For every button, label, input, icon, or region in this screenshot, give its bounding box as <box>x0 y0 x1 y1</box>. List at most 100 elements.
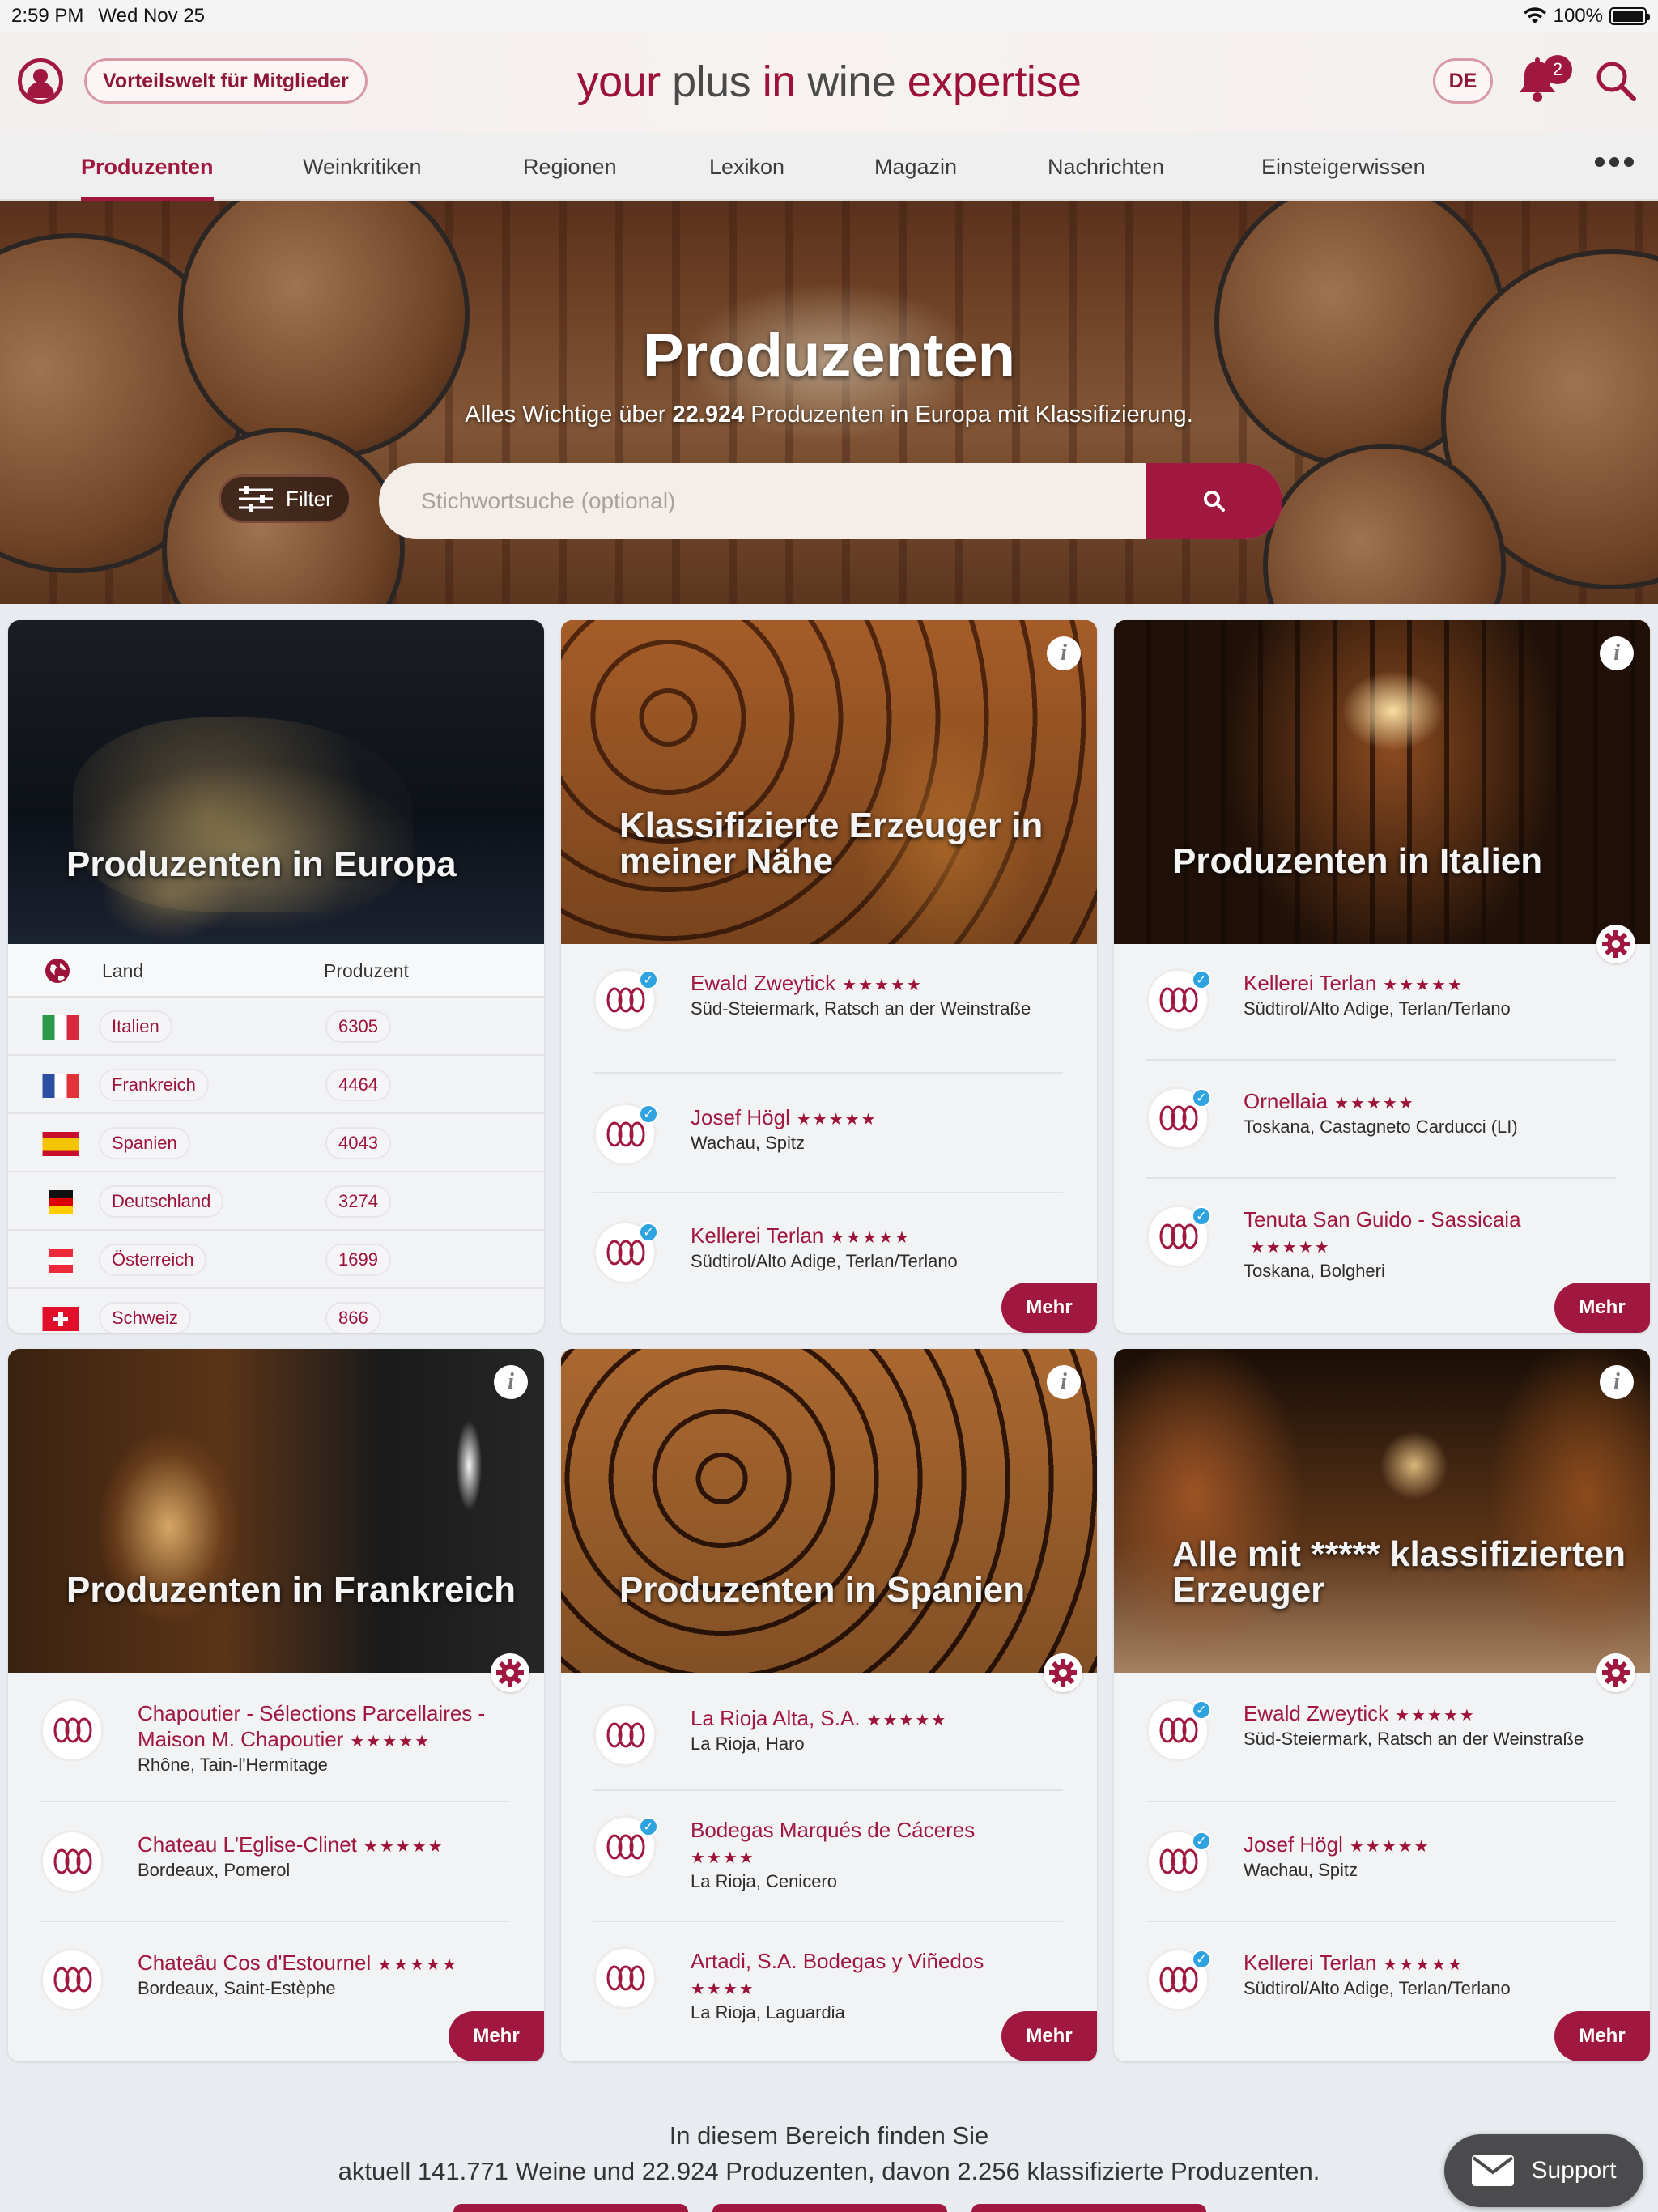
producer-name[interactable]: Kellerei Terlan ★★★★★ <box>691 1223 1063 1251</box>
more-button[interactable]: Mehr <box>1001 2011 1097 2061</box>
bottom-tab[interactable] <box>971 2204 1206 2212</box>
producer-name[interactable]: Kellerei Terlan ★★★★★ <box>1244 1950 1616 1978</box>
country-link[interactable]: Deutschland <box>99 1185 224 1218</box>
bottom-tab[interactable] <box>453 2204 688 2212</box>
more-button[interactable]: Mehr <box>449 2011 544 2061</box>
more-button[interactable]: Mehr <box>1554 1283 1650 1333</box>
producer-name[interactable]: Bodegas Marqués de Cáceres ★★★★ <box>691 1817 1063 1871</box>
rating-stars: ★★★★★ <box>1383 976 1464 994</box>
settings-gear-icon[interactable] <box>1596 1653 1635 1692</box>
summary-line-1: In diesem Bereich finden Sie <box>669 2121 989 2150</box>
info-icon[interactable]: i <box>1047 636 1081 670</box>
divider <box>1146 1921 1616 1922</box>
info-icon[interactable]: i <box>1600 636 1634 670</box>
table-row[interactable]: Österreich 1699 <box>8 1231 544 1289</box>
table-row[interactable]: Schweiz 866 <box>8 1289 544 1333</box>
producer-name[interactable]: Ewald Zweytick ★★★★★ <box>691 970 1063 998</box>
member-benefits-button[interactable]: Vorteilswelt für Mitglieder <box>84 58 368 104</box>
tab-lexikon[interactable]: Lexikon <box>709 133 784 201</box>
status-time: 2:59 PM <box>11 5 84 27</box>
producer-name[interactable]: La Rioja Alta, S.A. ★★★★★ <box>691 1705 1063 1733</box>
producer-count[interactable]: 4464 <box>325 1069 391 1101</box>
tab-weinkritiken[interactable]: Weinkritiken <box>303 133 422 201</box>
producer-count[interactable]: 1699 <box>325 1244 391 1276</box>
producer-name[interactable]: Chateau L'Eglise-Clinet ★★★★★ <box>138 1831 510 1860</box>
support-label: Support <box>1531 2157 1617 2184</box>
producer-name[interactable]: Kellerei Terlan ★★★★★ <box>1244 970 1616 998</box>
producer-location: Süd-Steiermark, Ratsch an der Weinstraße <box>1244 1729 1584 1749</box>
country-link[interactable]: Italien <box>99 1010 172 1043</box>
producer-name-text: Tenuta San Guido - Sassicaia <box>1244 1207 1521 1231</box>
producer-name-text: Bodegas Marqués de Cáceres <box>691 1818 976 1842</box>
more-button[interactable]: Mehr <box>1001 1283 1097 1333</box>
producer-name[interactable]: Chapoutier - Sélections Parcellaires - M… <box>138 1700 510 1755</box>
producer-name-text: Chapoutier - Sélections Parcellaires - M… <box>138 1701 486 1751</box>
col-country: Land <box>102 960 144 981</box>
producer-location: Bordeaux, Pomerol <box>138 1860 291 1880</box>
producer-count[interactable]: 4043 <box>325 1127 391 1159</box>
search-icon <box>1204 491 1225 512</box>
producer-name[interactable]: Ornellaia ★★★★★ <box>1244 1088 1616 1117</box>
tab-produzenten[interactable]: Produzenten <box>81 133 214 201</box>
notifications-button[interactable]: 2 <box>1516 55 1572 105</box>
producer-name[interactable]: Ewald Zweytick ★★★★★ <box>1244 1700 1616 1729</box>
producer-location: Süd-Steiermark, Ratsch an der Weinstraße <box>691 998 1031 1019</box>
france-title[interactable]: Produzenten in Frankreich <box>66 1572 520 1608</box>
settings-gear-icon[interactable] <box>1044 1653 1082 1692</box>
producer-logo-icon <box>593 1704 657 1767</box>
wifi-icon <box>1523 7 1546 23</box>
producer-name[interactable]: Chateâu Cos d'Estournel ★★★★★ <box>138 1950 510 1978</box>
bottom-tab[interactable] <box>712 2204 947 2212</box>
table-row[interactable]: Italien 6305 <box>8 998 544 1056</box>
classified-title[interactable]: Alle mit ***** klassifizierten Erzeuger <box>1172 1537 1626 1608</box>
producer-location: Südtirol/Alto Adige, Terlan/Terlano <box>691 1251 958 1271</box>
tab-magazin[interactable]: Magazin <box>874 133 957 201</box>
language-button[interactable]: DE <box>1433 58 1493 104</box>
rating-stars: ★★★★★ <box>363 1838 444 1856</box>
table-row[interactable]: Deutschland 3274 <box>8 1172 544 1231</box>
battery-icon <box>1609 7 1650 25</box>
support-button[interactable]: Support <box>1444 2134 1643 2207</box>
producer-name[interactable]: Josef Högl ★★★★★ <box>691 1104 1063 1133</box>
country-link[interactable]: Österreich <box>99 1244 207 1276</box>
producer-count[interactable]: 3274 <box>325 1185 391 1218</box>
country-link[interactable]: Frankreich <box>99 1069 209 1101</box>
tab-regionen[interactable]: Regionen <box>523 133 617 201</box>
settings-gear-icon[interactable] <box>1596 925 1635 963</box>
tab-einsteigerwissen[interactable]: Einsteigerwissen <box>1261 133 1426 201</box>
brand-wine: wine <box>807 57 896 106</box>
tab-nachrichten[interactable]: Nachrichten <box>1048 133 1164 201</box>
producer-name[interactable]: Tenuta San Guido - Sassicaia ★★★★★ <box>1244 1206 1616 1261</box>
producer-name[interactable]: Artadi, S.A. Bodegas y Viñedos ★★★★ <box>691 1948 1063 2002</box>
info-icon[interactable]: i <box>1600 1365 1634 1399</box>
divider <box>593 1789 1063 1791</box>
producer-count[interactable]: 6305 <box>325 1010 391 1043</box>
divider <box>593 1192 1063 1193</box>
producer-name-text: Ewald Zweytick <box>691 971 836 995</box>
country-link[interactable]: Spanien <box>99 1127 190 1159</box>
spain-title[interactable]: Produzenten in Spanien <box>619 1572 1073 1608</box>
country-link[interactable]: Schweiz <box>99 1302 191 1333</box>
verified-check-icon: ✓ <box>1192 1950 1211 1969</box>
producer-count[interactable]: 866 <box>325 1302 381 1333</box>
more-button[interactable]: Mehr <box>1554 2011 1650 2061</box>
table-row[interactable]: Frankreich 4464 <box>8 1056 544 1114</box>
app-header: Vorteilswelt für Mitglieder your plus in… <box>0 32 1658 133</box>
divider <box>1146 1177 1616 1179</box>
table-row[interactable]: Spanien 4043 <box>8 1114 544 1172</box>
keyword-search-input[interactable] <box>379 463 1146 539</box>
info-icon[interactable]: i <box>1047 1365 1081 1399</box>
producer-logo-icon <box>40 1830 104 1893</box>
filter-button[interactable]: Filter <box>219 474 351 523</box>
search-button[interactable] <box>1593 58 1639 104</box>
more-menu-icon[interactable] <box>1595 157 1634 167</box>
europe-title[interactable]: Produzenten in Europa <box>66 847 520 883</box>
search-submit-button[interactable] <box>1146 463 1282 539</box>
account-icon[interactable] <box>18 58 63 104</box>
settings-gear-icon[interactable] <box>491 1653 529 1692</box>
italy-title[interactable]: Produzenten in Italien <box>1172 844 1626 879</box>
producer-name[interactable]: Josef Högl ★★★★★ <box>1244 1831 1616 1860</box>
info-icon[interactable]: i <box>494 1365 528 1399</box>
nearby-title[interactable]: Klassifizierte Erzeuger in meiner Nähe <box>619 808 1073 879</box>
rating-stars: ★★★★★ <box>350 1733 431 1750</box>
